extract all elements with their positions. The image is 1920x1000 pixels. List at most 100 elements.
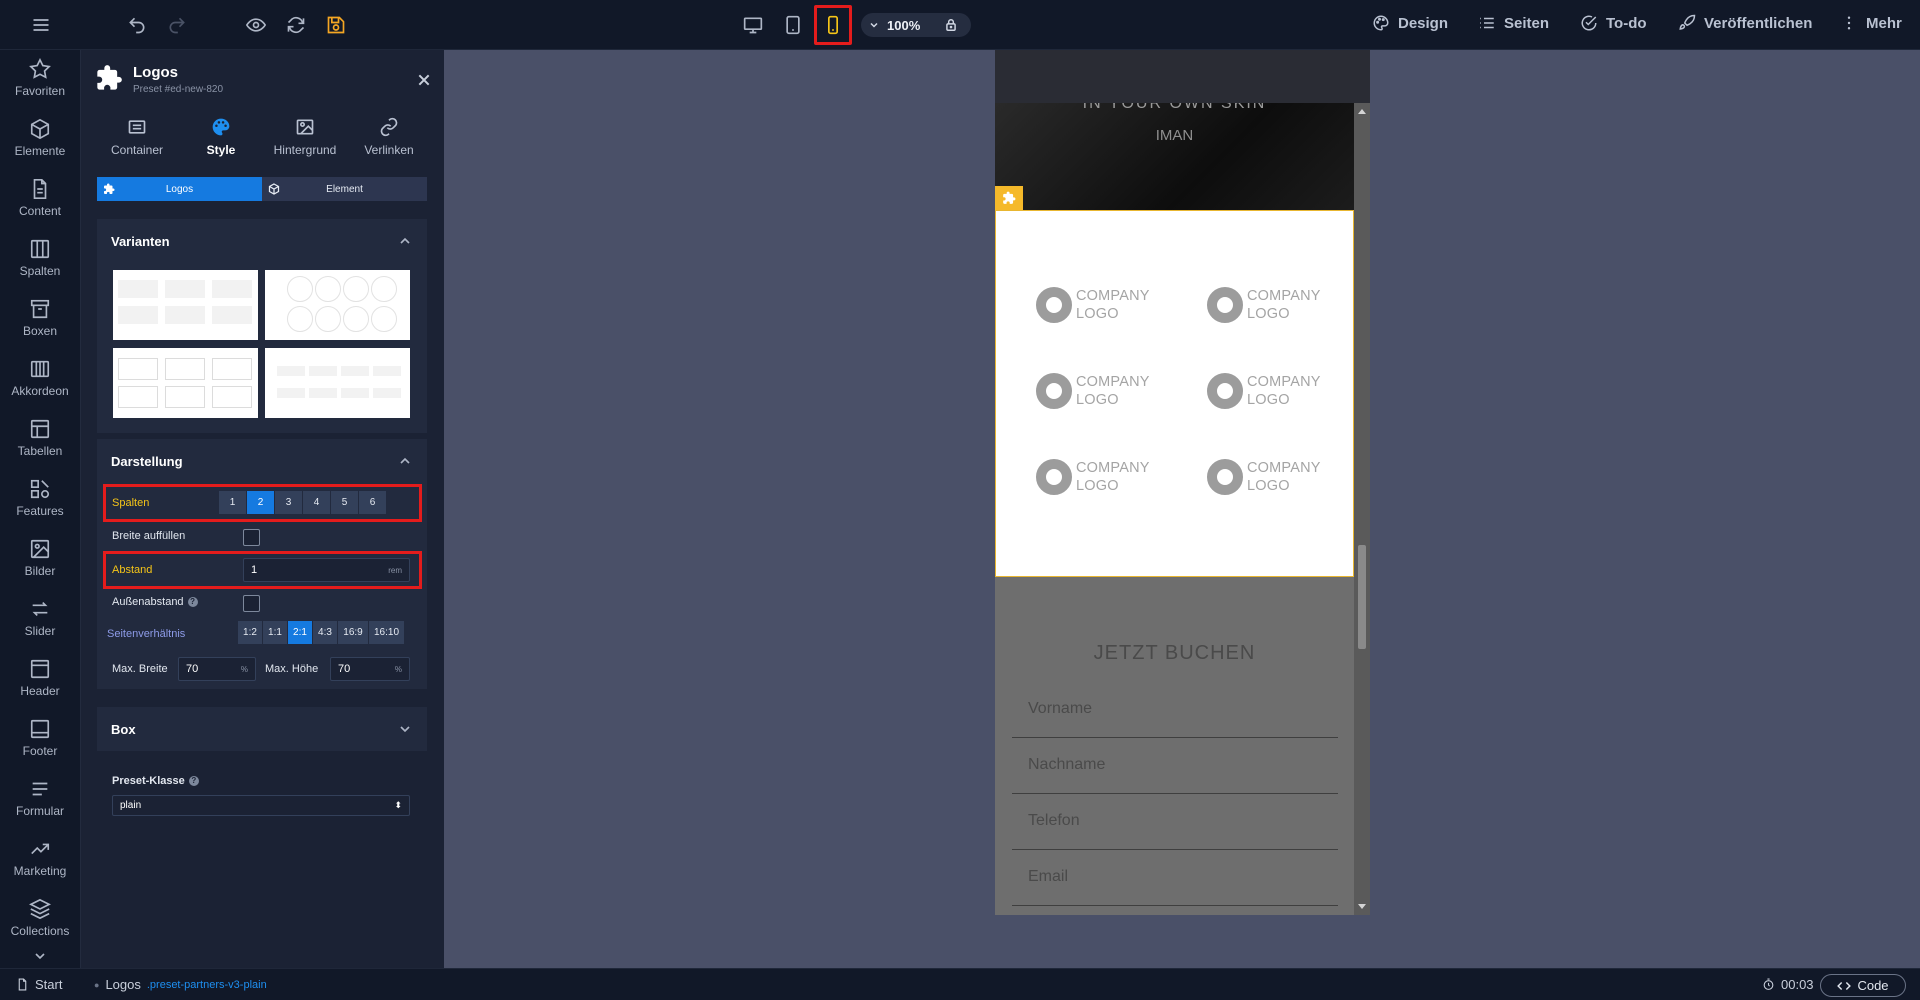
max-hoehe-input[interactable]: 70 % (330, 657, 410, 681)
sidebar-item-footer[interactable]: Footer (0, 718, 80, 778)
company-logo[interactable]: COMPANY LOGO (1207, 459, 1321, 495)
zoom-control[interactable]: 100% (861, 13, 971, 37)
scroll-thumb[interactable] (1358, 545, 1366, 649)
variant-circles[interactable] (265, 270, 410, 340)
sidebar-item-favoriten[interactable]: Favoriten (0, 58, 80, 118)
panel-tabs: Container Style Hintergrund Verlinken (95, 117, 431, 167)
ratio-option-4-3[interactable]: 4:3 (313, 621, 337, 644)
publish-button[interactable]: Veröffentlichen (1678, 14, 1812, 32)
sidebar-item-header[interactable]: Header (0, 658, 80, 718)
preview-top-bar (995, 50, 1370, 103)
max-breite-input[interactable]: 70 % (178, 657, 256, 681)
sidebar-item-marketing[interactable]: Marketing (0, 838, 80, 898)
close-icon[interactable] (416, 72, 432, 88)
sidebar-item-formular[interactable]: Formular (0, 778, 80, 838)
tab-verlinken[interactable]: Verlinken (347, 117, 431, 167)
style-subtabs: Logos Element (97, 177, 427, 201)
form-field-vorname[interactable]: Vorname (1012, 682, 1338, 738)
hero-subheading: IMAN (1155, 127, 1194, 144)
darstellung-header[interactable]: Darstellung (97, 439, 427, 483)
preview-scrollbar[interactable] (1354, 103, 1370, 915)
mobile-preview[interactable]: IN YOUR OWN SKIN IMAN COMPANY LOGO COMPAN… (995, 50, 1370, 915)
lock-icon[interactable] (931, 18, 971, 32)
chevron-down-icon[interactable] (861, 19, 887, 31)
footer-icon (30, 719, 50, 739)
spalten-option-3[interactable]: 3 (275, 491, 302, 514)
ratio-option-2-1[interactable]: 2:1 (288, 621, 312, 644)
scroll-up-icon[interactable] (1358, 109, 1366, 114)
scroll-down-icon[interactable] (1358, 904, 1366, 909)
breadcrumb-current[interactable]: ● Logos .preset-partners-v3-plain (94, 977, 267, 992)
save-icon[interactable] (323, 9, 349, 41)
menu-icon[interactable] (28, 9, 54, 41)
company-logo[interactable]: COMPANY LOGO (1036, 373, 1150, 409)
image-icon (30, 539, 50, 559)
logo-mark (1036, 287, 1072, 323)
logos-element-tag[interactable] (995, 186, 1023, 210)
status-bar: Start ● Logos .preset-partners-v3-plain … (0, 968, 1920, 1000)
box-header[interactable]: Box (97, 707, 427, 751)
varianten-header[interactable]: Varianten (97, 219, 427, 263)
ratio-option-16-10[interactable]: 16:10 (369, 621, 404, 644)
company-logo[interactable]: COMPANY LOGO (1036, 287, 1150, 323)
sidebar-item-slider[interactable]: Slider (0, 598, 80, 658)
breite-checkbox[interactable] (243, 529, 260, 546)
form-field-nachname[interactable]: Nachname (1012, 738, 1338, 794)
subtab-element[interactable]: Element (262, 177, 427, 201)
puzzle-icon (95, 64, 123, 92)
variant-grid-boxed[interactable] (113, 270, 258, 340)
tab-style[interactable]: Style (179, 117, 263, 167)
subtab-logos[interactable]: Logos (97, 177, 262, 201)
logo-mark (1036, 373, 1072, 409)
spalten-option-5[interactable]: 5 (331, 491, 358, 514)
sidebar-item-content[interactable]: Content (0, 178, 80, 238)
help-icon[interactable]: ? (187, 597, 198, 608)
document-icon (33, 179, 47, 199)
ratio-option-16-9[interactable]: 16:9 (338, 621, 368, 644)
design-button[interactable]: Design (1372, 14, 1448, 32)
mobile-device-icon[interactable] (814, 5, 852, 45)
spalten-option-2[interactable]: 2 (247, 491, 274, 514)
ratio-option-1-1[interactable]: 1:1 (263, 621, 287, 644)
preview-eye-icon[interactable] (243, 9, 269, 41)
refresh-icon[interactable] (283, 9, 309, 41)
sidebar-item-elemente[interactable]: Elemente (0, 118, 80, 178)
form-field-email[interactable]: Email (1012, 850, 1338, 906)
aussenabstand-checkbox[interactable] (243, 595, 260, 612)
tablet-device-icon[interactable] (780, 9, 806, 41)
form-field-telefon[interactable]: Telefon (1012, 794, 1338, 850)
sidebar-item-akkordeon[interactable]: Akkordeon (0, 358, 80, 418)
redo-icon[interactable] (164, 9, 190, 41)
sidebar-item-spalten[interactable]: Spalten (0, 238, 80, 298)
company-logo[interactable]: COMPANY LOGO (1207, 373, 1321, 409)
company-logo[interactable]: COMPANY LOGO (1207, 287, 1321, 323)
ratio-option-1-2[interactable]: 1:2 (238, 621, 262, 644)
code-button[interactable]: Code (1820, 974, 1906, 997)
variant-outlined[interactable] (113, 348, 258, 418)
spalten-option-6[interactable]: 6 (359, 491, 386, 514)
help-icon[interactable]: ? (188, 776, 199, 787)
sidebar-item-tabellen[interactable]: Tabellen (0, 418, 80, 478)
table-icon (30, 419, 50, 439)
pages-button[interactable]: Seiten (1478, 14, 1549, 32)
sidebar-item-features[interactable]: Features (0, 478, 80, 538)
breadcrumb-start[interactable]: Start (16, 977, 62, 992)
tab-container[interactable]: Container (95, 117, 179, 167)
preset-klasse-select[interactable]: plain ⬍ (112, 795, 410, 816)
tab-hintergrund[interactable]: Hintergrund (263, 117, 347, 167)
company-logo[interactable]: COMPANY LOGO (1036, 459, 1150, 495)
abstand-input[interactable]: 1 rem (243, 558, 410, 582)
hero-section[interactable]: IN YOUR OWN SKIN IMAN (995, 103, 1354, 210)
more-button[interactable]: Mehr (1840, 14, 1902, 32)
undo-icon[interactable] (124, 9, 150, 41)
scroll-down-icon[interactable] (32, 948, 48, 964)
logos-section[interactable]: COMPANY LOGO COMPANY LOGO COMPANY LOGO COMP… (995, 210, 1354, 577)
box-section: Box (97, 707, 427, 751)
todo-button[interactable]: To-do (1580, 14, 1647, 32)
spalten-option-1[interactable]: 1 (219, 491, 246, 514)
spalten-option-4[interactable]: 4 (303, 491, 330, 514)
sidebar-item-bilder[interactable]: Bilder (0, 538, 80, 598)
desktop-device-icon[interactable] (740, 9, 766, 41)
sidebar-item-boxen[interactable]: Boxen (0, 298, 80, 358)
variant-plain[interactable] (265, 348, 410, 418)
